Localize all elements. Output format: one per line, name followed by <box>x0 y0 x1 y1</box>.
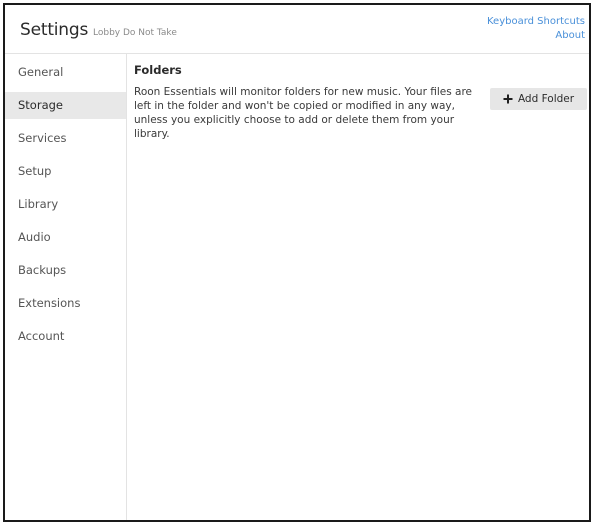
sidebar-item-account[interactable]: Account <box>5 323 126 350</box>
settings-sidebar: General Storage Services Setup Library A… <box>5 54 127 520</box>
settings-header: Settings Lobby Do Not Take Keyboard Shor… <box>5 5 589 54</box>
folders-section-title: Folders <box>134 63 182 77</box>
about-link[interactable]: About <box>487 29 585 43</box>
sidebar-item-library[interactable]: Library <box>5 191 126 218</box>
page-title: Settings <box>20 20 89 40</box>
folders-description: Roon Essentials will monitor folders for… <box>134 86 472 140</box>
sidebar-item-services[interactable]: Services <box>5 125 126 152</box>
sidebar-item-setup[interactable]: Setup <box>5 158 126 185</box>
add-folder-button[interactable]: Add Folder <box>490 88 587 110</box>
storage-panel: Folders Roon Essentials will monitor fol… <box>127 54 589 520</box>
keyboard-shortcuts-link[interactable]: Keyboard Shortcuts <box>487 15 585 29</box>
add-folder-label: Add Folder <box>517 93 575 105</box>
sidebar-item-storage[interactable]: Storage <box>5 92 126 119</box>
plus-icon <box>503 94 513 104</box>
sidebar-item-backups[interactable]: Backups <box>5 257 126 284</box>
header-links: Keyboard Shortcuts About <box>487 15 585 43</box>
sidebar-item-general[interactable]: General <box>5 59 126 86</box>
settings-window: Settings Lobby Do Not Take Keyboard Shor… <box>3 3 591 522</box>
sidebar-item-extensions[interactable]: Extensions <box>5 290 126 317</box>
sidebar-item-audio[interactable]: Audio <box>5 224 126 251</box>
device-name: Lobby Do Not Take <box>93 28 177 38</box>
